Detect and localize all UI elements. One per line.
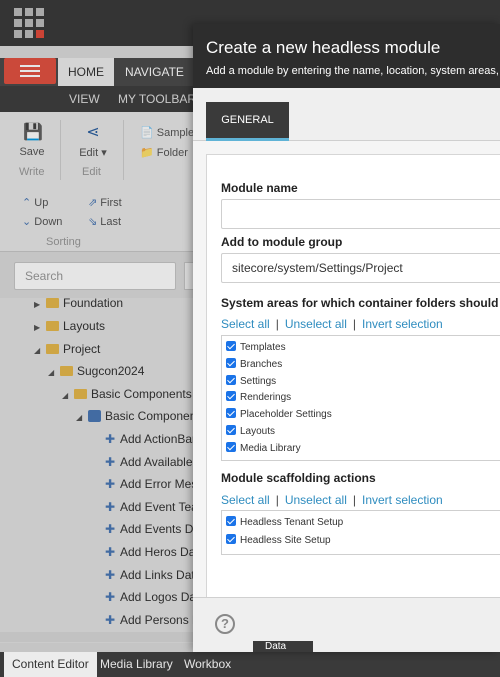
tab-content-editor[interactable]: Content Editor bbox=[4, 652, 97, 677]
scaffolding-actions: Select all | Unselect all | Invert selection bbox=[221, 493, 443, 507]
select-all-link[interactable]: Select all bbox=[221, 317, 270, 331]
checkbox-checked-icon[interactable] bbox=[226, 534, 236, 544]
checkbox-checked-icon[interactable] bbox=[226, 375, 236, 385]
unselect-all-link[interactable]: Unselect all bbox=[285, 493, 347, 507]
checkbox-templates[interactable]: Templates bbox=[226, 341, 286, 357]
checkbox-settings[interactable]: Settings bbox=[226, 375, 276, 391]
tab-general[interactable]: GENERAL bbox=[206, 102, 289, 141]
checkbox-branches[interactable]: Branches bbox=[226, 358, 282, 374]
checkbox-checked-icon[interactable] bbox=[226, 408, 236, 418]
invert-selection-link[interactable]: Invert selection bbox=[362, 493, 443, 507]
dialog-header: Create a new headless module Add a modul… bbox=[193, 24, 500, 88]
system-areas-label: System areas for which container folders… bbox=[221, 296, 500, 310]
dialog-title: Create a new headless module bbox=[206, 38, 441, 57]
module-name-label: Module name bbox=[221, 181, 298, 195]
dialog-tab-bar: GENERAL bbox=[193, 88, 500, 141]
module-group-label: Add to module group bbox=[221, 235, 343, 249]
checkbox-layouts[interactable]: Layouts bbox=[226, 425, 275, 441]
checkbox-checked-icon[interactable] bbox=[226, 442, 236, 452]
tab-workbox[interactable]: Workbox bbox=[176, 652, 239, 677]
system-areas-list: Templates Branches Settings Renderings P… bbox=[221, 335, 500, 461]
data-label: Data bbox=[253, 641, 313, 652]
system-areas-actions: Select all | Unselect all | Invert selection bbox=[221, 317, 443, 331]
module-group-select[interactable]: sitecore/system/Settings/Project bbox=[221, 253, 500, 283]
checkbox-checked-icon[interactable] bbox=[226, 358, 236, 368]
checkbox-headless-tenant-setup[interactable]: Headless Tenant Setup bbox=[226, 516, 343, 532]
checkbox-media-library[interactable]: Media Library bbox=[226, 442, 301, 458]
select-all-link[interactable]: Select all bbox=[221, 493, 270, 507]
scaffolding-label: Module scaffolding actions bbox=[221, 471, 376, 485]
checkbox-checked-icon[interactable] bbox=[226, 391, 236, 401]
scaffolding-list: Headless Tenant Setup Headless Site Setu… bbox=[221, 510, 500, 555]
module-name-input[interactable] bbox=[221, 199, 500, 229]
checkbox-checked-icon[interactable] bbox=[226, 516, 236, 526]
checkbox-checked-icon[interactable] bbox=[226, 425, 236, 435]
dialog-form: Module name Add to module group sitecore… bbox=[206, 154, 500, 607]
tab-media-library[interactable]: Media Library bbox=[92, 652, 181, 677]
checkbox-renderings[interactable]: Renderings bbox=[226, 391, 291, 407]
unselect-all-link[interactable]: Unselect all bbox=[285, 317, 347, 331]
checkbox-placeholder-settings[interactable]: Placeholder Settings bbox=[226, 408, 332, 424]
checkbox-headless-site-setup[interactable]: Headless Site Setup bbox=[226, 534, 331, 550]
dialog-footer: ? bbox=[193, 597, 500, 652]
dialog-subtitle: Add a module by entering the name, locat… bbox=[206, 65, 499, 77]
invert-selection-link[interactable]: Invert selection bbox=[362, 317, 443, 331]
create-module-dialog: Create a new headless module Add a modul… bbox=[193, 24, 500, 652]
bottom-tab-bar: Content Editor Media Library Workbox bbox=[0, 652, 500, 677]
help-icon[interactable]: ? bbox=[215, 614, 235, 634]
checkbox-checked-icon[interactable] bbox=[226, 341, 236, 351]
